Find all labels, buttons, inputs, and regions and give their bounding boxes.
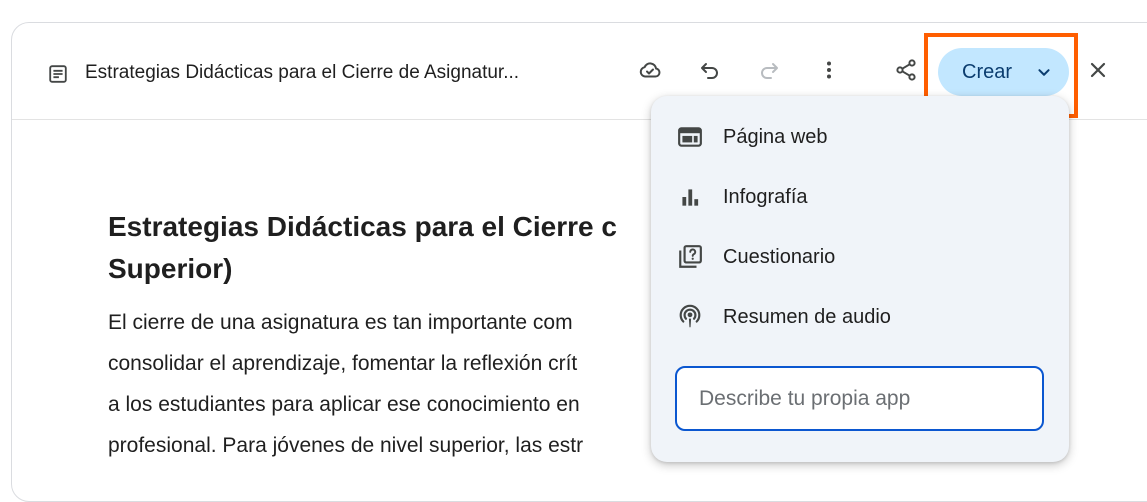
paragraph-line: profesional. Para jóvenes de nivel super… xyxy=(108,434,584,457)
share-button[interactable] xyxy=(886,52,926,92)
menu-item-label: Infografía xyxy=(723,185,808,208)
document-title[interactable]: Estrategias Didácticas para el Cierre de… xyxy=(85,60,597,86)
paragraph-line: consolidar el aprendizaje, fomentar la r… xyxy=(108,352,578,375)
document-icon xyxy=(47,63,69,85)
document-heading: Estrategias Didácticas para el Cierre c … xyxy=(108,206,668,290)
redo-button[interactable] xyxy=(749,52,789,92)
web-page-icon xyxy=(677,124,703,150)
menu-item-infographic[interactable]: Infografía xyxy=(651,169,1069,225)
menu-item-label: Resumen de audio xyxy=(723,305,891,328)
menu-item-quiz[interactable]: Cuestionario xyxy=(651,229,1069,285)
document-paragraph: El cierre de una asignatura es tan impor… xyxy=(108,302,668,466)
more-options-button[interactable] xyxy=(809,52,849,92)
close-button[interactable] xyxy=(1078,52,1118,92)
menu-item-web-page[interactable]: Página web xyxy=(651,109,1069,165)
paragraph-line: El cierre de una asignatura es tan impor… xyxy=(108,311,573,334)
create-button-label: Crear xyxy=(962,60,1013,83)
menu-item-label: Cuestionario xyxy=(723,245,836,268)
share-icon xyxy=(894,58,918,87)
document-body: Estrategias Didácticas para el Cierre c … xyxy=(108,206,668,466)
paragraph-line: a los estudiantes para aplicar ese conoc… xyxy=(108,393,580,416)
cloud-sync-icon xyxy=(638,58,662,87)
podcast-icon xyxy=(677,304,703,330)
more-vert-icon xyxy=(817,58,841,87)
heading-line: Superior) xyxy=(108,253,233,284)
create-menu: Página web Infografía Cuestionario Resum… xyxy=(651,96,1069,462)
quiz-icon xyxy=(677,244,703,270)
undo-button[interactable] xyxy=(690,52,730,92)
bar-chart-icon xyxy=(677,184,703,210)
undo-icon xyxy=(698,58,722,87)
describe-app-input[interactable] xyxy=(675,366,1044,431)
menu-item-audio-summary[interactable]: Resumen de audio xyxy=(651,289,1069,345)
menu-item-label: Página web xyxy=(723,125,828,148)
redo-icon xyxy=(757,58,781,87)
heading-line: Estrategias Didácticas para el Cierre c xyxy=(108,211,617,242)
create-button[interactable]: Crear xyxy=(938,48,1069,96)
cloud-sync-button[interactable] xyxy=(630,52,670,92)
chevron-down-icon xyxy=(1033,61,1055,83)
close-icon xyxy=(1086,58,1110,87)
